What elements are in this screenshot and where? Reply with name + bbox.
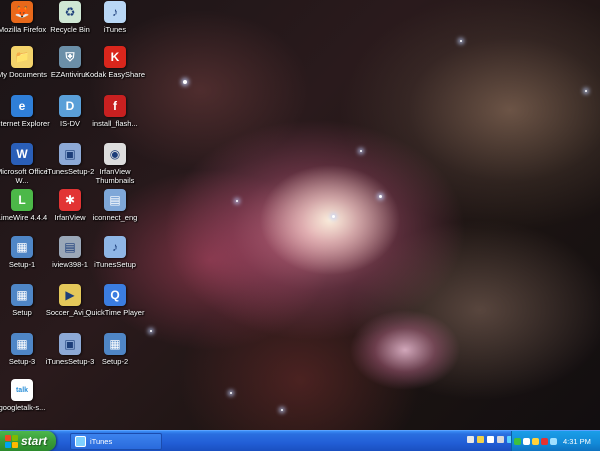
volume-icon[interactable] <box>532 437 539 445</box>
document-icon[interactable] <box>497 436 504 443</box>
irfanview-icon: ✱ <box>59 189 81 211</box>
desktop-icon-label: Setup-2 <box>101 357 129 366</box>
star <box>585 90 587 92</box>
windows-logo-icon <box>5 434 18 448</box>
pen-icon[interactable] <box>467 436 474 443</box>
monitor-icon[interactable] <box>550 437 557 445</box>
flash-installer-icon: f <box>104 95 126 117</box>
limewire-icon: L <box>11 189 33 211</box>
itunes-icon <box>75 436 86 447</box>
setup-icon: ▦ <box>104 333 126 355</box>
star <box>150 330 152 332</box>
itunes-icon: ♪ <box>104 1 126 23</box>
start-button[interactable]: start <box>0 431 56 451</box>
chat-icon[interactable] <box>523 437 530 445</box>
taskbar-button-label: iTunes <box>90 437 113 446</box>
star <box>360 150 362 152</box>
setup-icon: ▦ <box>11 333 33 355</box>
folder-icon: 📁 <box>11 46 33 68</box>
recycle-bin-icon: ♻ <box>59 1 81 23</box>
star <box>460 40 462 42</box>
desktop-icon-label: install_flash... <box>92 119 138 128</box>
taskbar: start iTunes 4:31 PM <box>0 430 600 451</box>
desktop-icon-label: iconnect_eng <box>92 213 138 222</box>
kodak-icon: K <box>104 46 126 68</box>
star <box>230 392 232 394</box>
desktop-icon[interactable]: talk googletalk-s... <box>0 376 54 430</box>
irfanview-thumbnails-icon: ◉ <box>104 143 126 165</box>
desktop-background: 🦊 Mozilla Firefox ♻ Recycle Bin ♪ iTunes 📁 My D… <box>0 0 600 430</box>
word-icon: W <box>11 143 33 165</box>
desktop-icon-label: iTunesSetup <box>94 260 136 269</box>
firefox-icon: 🦊 <box>11 1 33 23</box>
shield-icon[interactable] <box>514 437 521 445</box>
clock[interactable]: 4:31 PM <box>563 437 591 446</box>
isdv-icon: D <box>59 95 81 117</box>
desktop-icon-label: iTunes <box>103 25 127 34</box>
star <box>183 80 187 84</box>
desktop-icon-label: googletalk-s... <box>0 403 46 412</box>
star <box>379 195 382 198</box>
alert-icon[interactable] <box>541 437 548 445</box>
desktop-icon-label: QuickTime Player <box>85 308 145 317</box>
itunes-setup-icon: ♪ <box>104 236 126 258</box>
iconnect-icon: ▤ <box>104 189 126 211</box>
network-icon[interactable] <box>477 436 484 443</box>
quicktime-icon: Q <box>104 284 126 306</box>
taskbar-button-itunes[interactable]: iTunes <box>70 433 162 450</box>
iview-icon: ▤ <box>59 236 81 258</box>
star <box>332 215 335 218</box>
start-label: start <box>21 434 48 448</box>
internet-explorer-icon: e <box>11 95 33 117</box>
desktop-icon[interactable]: ▦ Setup-2 <box>83 330 147 388</box>
setup-icon: ▦ <box>11 284 33 306</box>
googletalk-icon: talk <box>11 379 33 401</box>
desktop-icon-label: IrfanView Thumbnails <box>95 167 135 185</box>
tray-extra-icons <box>467 436 517 443</box>
package-icon: ▣ <box>59 143 81 165</box>
setup-icon: ▦ <box>11 236 33 258</box>
keyboard-icon[interactable] <box>487 436 494 443</box>
system-tray: 4:31 PM <box>511 431 600 451</box>
desktop-icon-label: Kodak EasyShare <box>84 70 146 79</box>
star <box>236 200 238 202</box>
antivirus-icon: ⛨ <box>59 46 81 68</box>
star <box>281 409 283 411</box>
video-file-icon: ▶ <box>59 284 81 306</box>
package-icon: ▣ <box>59 333 81 355</box>
